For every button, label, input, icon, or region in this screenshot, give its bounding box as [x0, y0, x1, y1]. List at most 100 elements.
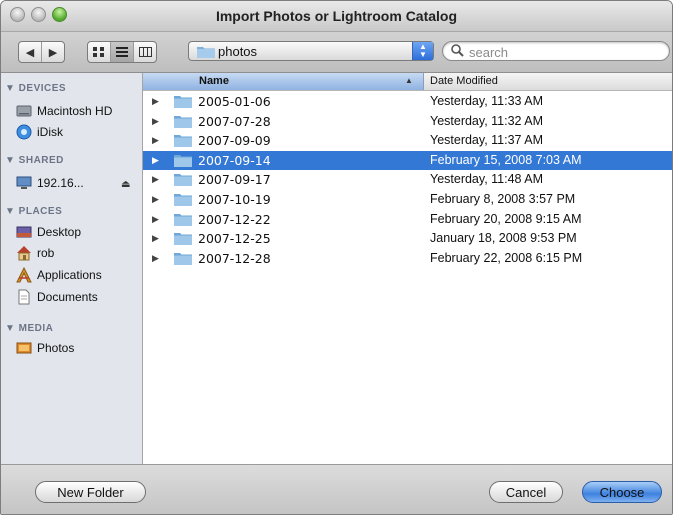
- folder-icon: [174, 252, 192, 265]
- file-name: 2007-09-17: [198, 172, 271, 188]
- sidebar-item-desktop[interactable]: Desktop: [16, 223, 81, 241]
- file-name: 2007-09-09: [198, 133, 271, 149]
- bottom-bar: New Folder Cancel Choose: [1, 464, 672, 514]
- photos-icon: [16, 342, 32, 354]
- sidebar-item-idisk[interactable]: iDisk: [16, 123, 63, 141]
- disclosure-triangle-icon[interactable]: ▶: [152, 194, 159, 205]
- table-row[interactable]: ▶ 2007-09-14 February 15, 2008 7:03 AM: [143, 150, 672, 170]
- date-modified: February 15, 2008 7:03 AM: [430, 152, 582, 167]
- import-dialog: Import Photos or Lightroom Catalog ◀ ▶ p…: [0, 0, 673, 515]
- disclosure-triangle-icon[interactable]: ▶: [152, 155, 159, 166]
- folder-icon: [174, 154, 192, 167]
- disclosure-triangle-icon[interactable]: ▶: [152, 233, 159, 244]
- sidebar-item-label: Documents: [37, 290, 98, 304]
- idisk-icon: [16, 124, 32, 140]
- list-header: Name ▲ Date Modified: [143, 73, 672, 91]
- file-list: Name ▲ Date Modified ▶ 2005-01-06 Yesterda…: [143, 73, 672, 464]
- column-header-date-modified[interactable]: Date Modified: [430, 75, 498, 87]
- sidebar-item-label: Macintosh HD: [37, 104, 113, 118]
- list-view-button[interactable]: [111, 42, 134, 62]
- sidebar-item-label: Photos: [37, 341, 75, 355]
- table-row[interactable]: ▶ 2007-09-17 Yesterday, 11:48 AM: [143, 170, 672, 189]
- sort-ascending-icon: ▲: [405, 76, 413, 85]
- navigation-buttons: ◀ ▶: [18, 41, 65, 63]
- sidebar-section-places[interactable]: ▼ PLACES: [5, 206, 62, 217]
- back-arrow-icon: ◀: [25, 46, 35, 59]
- toolbar: ◀ ▶ photos ▲ ▼ search: [1, 32, 672, 73]
- icon-view-button[interactable]: [88, 42, 111, 62]
- disclosure-triangle-icon[interactable]: ▶: [152, 135, 159, 146]
- sidebar-item-documents[interactable]: Documents: [16, 288, 98, 306]
- disclosure-triangle-icon[interactable]: ▶: [152, 214, 159, 225]
- sidebar-item-label: Desktop: [37, 225, 82, 239]
- forward-arrow-icon: ▶: [48, 46, 58, 59]
- table-row[interactable]: ▶ 2007-09-09 Yesterday, 11:37 AM: [143, 131, 672, 150]
- search-field[interactable]: [442, 41, 670, 61]
- sidebar-section-shared[interactable]: ▼ SHARED: [5, 155, 64, 166]
- folder-icon: [174, 233, 192, 246]
- folder-icon: [174, 194, 192, 206]
- popup-arrows-icon: ▲ ▼: [412, 42, 433, 60]
- disclosure-triangle-icon[interactable]: ▶: [152, 174, 159, 185]
- network-computer-icon: [16, 176, 32, 189]
- column-header-name[interactable]: Name ▲: [143, 73, 424, 90]
- applications-icon: [16, 267, 32, 283]
- sidebar-item-network-share[interactable]: 192.16...: [16, 174, 84, 192]
- documents-icon: [18, 289, 30, 305]
- folder-icon: [174, 174, 192, 187]
- column-view-button[interactable]: [134, 42, 156, 62]
- list-view-icon: [116, 47, 128, 57]
- folder-icon: [174, 213, 192, 226]
- table-row[interactable]: ▶ 2007-12-28 February 22, 2008 6:15 PM: [143, 249, 672, 268]
- date-modified: Yesterday, 11:33 AM: [430, 94, 544, 108]
- date-modified: February 22, 2008 6:15 PM: [430, 250, 583, 265]
- folder-icon: [174, 135, 192, 148]
- hard-drive-icon: [16, 105, 32, 117]
- file-name: 2007-12-28: [198, 250, 271, 266]
- sidebar-item-rob[interactable]: rob: [16, 244, 54, 262]
- back-button[interactable]: ◀: [19, 42, 42, 62]
- sidebar-item-photos[interactable]: Photos: [16, 339, 74, 357]
- search-icon: [451, 44, 464, 57]
- date-modified: January 18, 2008 9:53 PM: [430, 231, 577, 246]
- sidebar-item-label: Applications: [37, 268, 102, 282]
- table-row[interactable]: ▶ 2007-10-19 February 8, 2008 3:57 PM: [143, 190, 672, 209]
- sidebar-section-media[interactable]: ▼ MEDIA: [5, 323, 53, 334]
- table-row[interactable]: ▶ 2007-12-22 February 20, 2008 9:15 AM: [143, 210, 672, 229]
- forward-button[interactable]: ▶: [42, 42, 64, 62]
- icon-view-icon: [93, 47, 104, 57]
- date-modified: Yesterday, 11:48 AM: [430, 172, 544, 187]
- location-label: photos: [218, 44, 258, 59]
- sidebar-item-label: rob: [37, 246, 55, 260]
- title-bar: Import Photos or Lightroom Catalog: [1, 1, 672, 32]
- location-popup[interactable]: photos ▲ ▼: [188, 41, 434, 61]
- table-row[interactable]: ▶ 2005-01-06 Yesterday, 11:33 AM: [143, 92, 672, 111]
- cancel-button[interactable]: Cancel: [489, 481, 563, 503]
- date-modified: February 8, 2008 3:57 PM: [430, 192, 576, 206]
- file-name: 2007-10-19: [198, 192, 271, 207]
- desktop-icon: [16, 226, 32, 238]
- eject-icon[interactable]: ⏏: [121, 179, 130, 190]
- table-row[interactable]: ▶ 2007-12-25 January 18, 2008 9:53 PM: [143, 229, 672, 248]
- disclosure-triangle-icon[interactable]: ▶: [152, 96, 159, 107]
- file-name: 2007-09-14: [198, 152, 271, 168]
- file-name: 2005-01-06: [198, 94, 271, 109]
- choose-button[interactable]: Choose: [582, 481, 662, 503]
- file-name: 2007-12-25: [198, 231, 271, 247]
- sidebar-item-macintosh-hd[interactable]: Macintosh HD: [16, 102, 112, 120]
- column-header-name-label: Name: [199, 75, 229, 87]
- file-name: 2007-12-22: [198, 211, 271, 227]
- disclosure-triangle-icon[interactable]: ▶: [152, 116, 159, 127]
- sidebar-item-label: iDisk: [37, 125, 63, 139]
- sidebar-item-applications[interactable]: Applications: [16, 266, 102, 284]
- sidebar-section-devices[interactable]: ▼ DEVICES: [5, 83, 66, 94]
- disclosure-triangle-icon[interactable]: ▶: [152, 253, 159, 264]
- sidebar-item-label: 192.16...: [37, 176, 84, 190]
- new-folder-button[interactable]: New Folder: [35, 481, 146, 503]
- sidebar: ▼ DEVICES Macintosh HD iDisk ▼ SHARED 19…: [1, 73, 143, 464]
- date-modified: Yesterday, 11:32 AM: [430, 113, 544, 128]
- search-input[interactable]: [467, 43, 661, 61]
- column-view-icon: [138, 47, 152, 57]
- view-mode-buttons: [87, 41, 157, 63]
- table-row[interactable]: ▶ 2007-07-28 Yesterday, 11:32 AM: [143, 112, 672, 131]
